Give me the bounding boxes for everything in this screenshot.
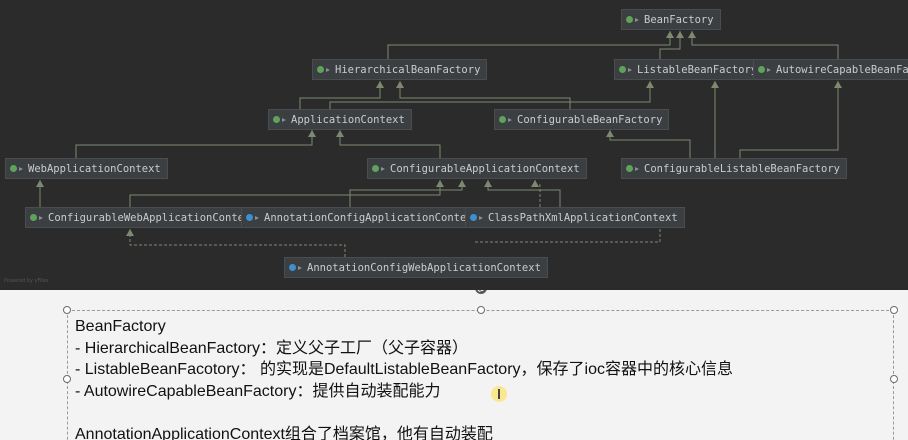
text-line-blank (75, 402, 885, 424)
class-icon (246, 214, 259, 221)
node-hierarchicalbeanfactory[interactable]: HierarchicalBeanFactory (312, 59, 488, 80)
node-configurablebeanfactory[interactable]: ConfigurableBeanFactory (494, 109, 670, 130)
resize-handle-middle-left[interactable] (63, 375, 71, 383)
interface-icon (626, 16, 639, 23)
class-icon (289, 264, 302, 271)
resize-handle-top-center[interactable] (477, 306, 485, 314)
text-line: BeanFactory (75, 318, 166, 335)
node-annotationconfigwebapplicationcontext[interactable]: AnnotationConfigWebApplicationContext (284, 257, 548, 278)
node-configurableapplicationcontext[interactable]: ConfigurableApplicationContext (367, 158, 587, 179)
node-beanfactory[interactable]: BeanFactory (621, 9, 721, 30)
node-configurablewebapplicationcontext[interactable]: ConfigurableWebApplicationContext (25, 207, 264, 228)
diagram-footer: Powered by yFiles (4, 278, 49, 284)
node-classpathxmlapplicationcontext[interactable]: ClassPathXmlApplicationContext (465, 207, 685, 228)
interface-icon (273, 116, 286, 123)
interface-icon (372, 165, 385, 172)
node-label: ConfigurableApplicationContext (390, 162, 580, 175)
text-line: - HierarchicalBeanFactory：定义父子工厂（父子容器） (75, 339, 468, 357)
interface-icon (758, 66, 771, 73)
node-label: ClassPathXmlApplicationContext (488, 211, 678, 224)
uml-class-diagram: BeanFactory HierarchicalBeanFactory List… (0, 0, 908, 290)
node-label: ConfigurableWebApplicationContext (48, 211, 257, 224)
node-label: AnnotationConfigApplicationContext (264, 211, 479, 224)
node-label: WebApplicationContext (28, 162, 161, 175)
interface-icon (626, 165, 639, 172)
resize-handle-top-left[interactable] (63, 306, 71, 314)
class-icon (470, 214, 483, 221)
interface-icon (10, 165, 23, 172)
text-line: - AutowireCapableBeanFactory：提供自动装配能力 (75, 382, 441, 400)
node-autowirecapablebeanfactory[interactable]: AutowireCapableBeanFactory (753, 59, 908, 80)
resize-handle-middle-right[interactable] (890, 375, 898, 383)
interface-icon (619, 66, 632, 73)
node-webapplicationcontext[interactable]: WebApplicationContext (5, 158, 168, 179)
node-annotationconfigapplicationcontext[interactable]: AnnotationConfigApplicationContext (241, 207, 486, 228)
node-label: AutowireCapableBeanFactory (776, 63, 908, 76)
text-line: AnnotationApplicationContext组合了档案馆，他有自动装… (75, 425, 493, 440)
node-label: ConfigurableListableBeanFactory (644, 162, 840, 175)
node-label: HierarchicalBeanFactory (335, 63, 481, 76)
node-label: ConfigurableBeanFactory (517, 113, 663, 126)
node-listablebeanfactory[interactable]: ListableBeanFactory (614, 59, 765, 80)
node-label: ApplicationContext (291, 113, 405, 126)
slide-canvas[interactable]: BeanFactory - HierarchicalBeanFactory：定义… (0, 290, 908, 440)
node-label: ListableBeanFactory (637, 63, 758, 76)
interface-icon (30, 214, 43, 221)
text-line: - ListableBeanFacotory： 的实现是DefaultLista… (75, 361, 733, 378)
node-label: AnnotationConfigWebApplicationContext (307, 261, 541, 274)
resize-handle-top-right[interactable] (890, 306, 898, 314)
text-cursor-icon (491, 386, 507, 402)
inheritance-edges (36, 31, 842, 257)
node-label: BeanFactory (644, 13, 714, 26)
node-configurablelistablebeanfactory[interactable]: ConfigurableListableBeanFactory (621, 158, 847, 179)
rotate-handle-icon[interactable] (475, 290, 487, 294)
text-box-content[interactable]: BeanFactory - HierarchicalBeanFactory：定义… (75, 316, 885, 440)
node-applicationcontext[interactable]: ApplicationContext (268, 109, 412, 130)
interface-icon (317, 66, 330, 73)
interface-icon (499, 116, 512, 123)
